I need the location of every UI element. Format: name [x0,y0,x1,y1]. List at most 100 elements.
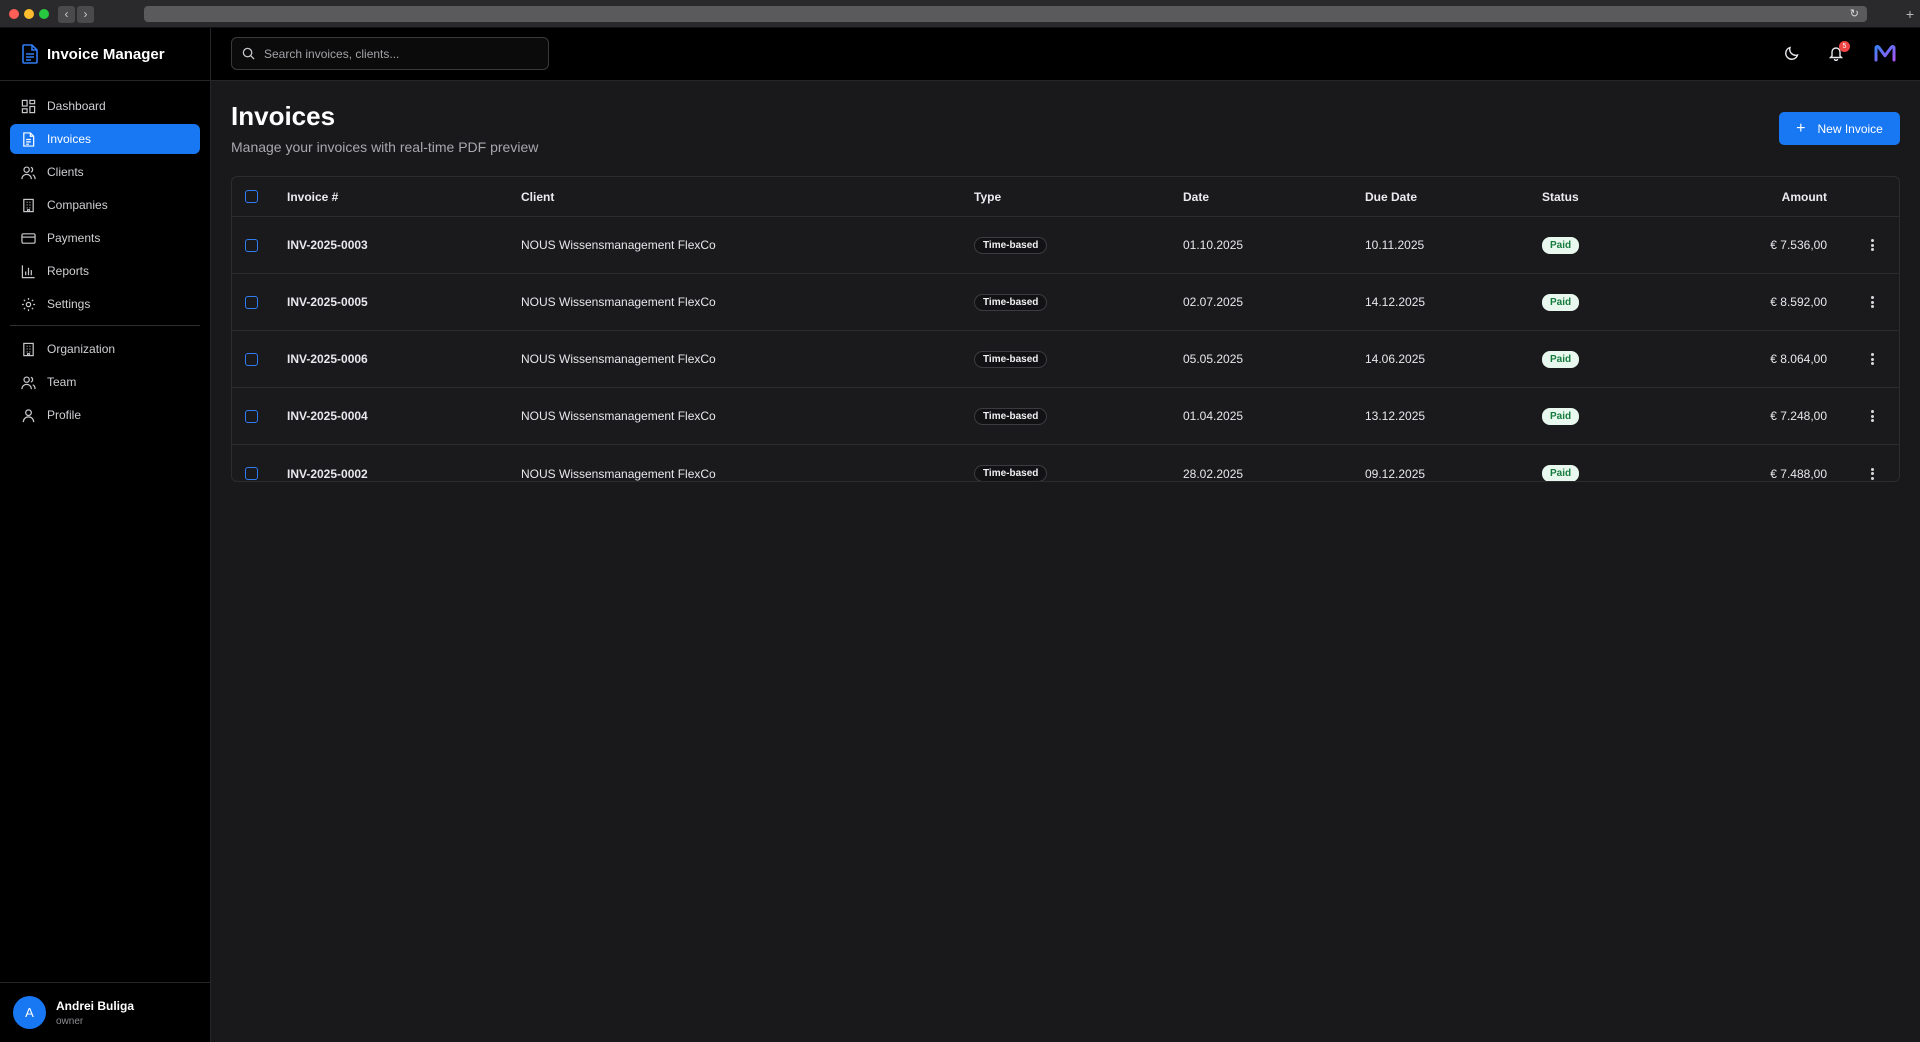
invoice-date: 01.10.2025 [1183,238,1244,252]
app-title: Invoice Manager [47,45,165,63]
status-badge: Paid [1542,407,1580,425]
main-content: Invoices Manage your invoices with real-… [211,81,1920,1042]
column-header-amount[interactable]: Amount [1782,177,1827,216]
users-icon [21,375,36,389]
user-profile[interactable]: A Andrei Buliga owner [0,982,210,1042]
sidebar-item-label: Profile [47,408,82,422]
more-options-icon[interactable] [1866,467,1878,481]
sidebar-item-reports[interactable]: Reports [10,256,200,286]
invoice-date: 02.07.2025 [1183,295,1244,309]
page-title: Invoices [231,101,336,131]
due-date: 10.11.2025 [1365,238,1425,252]
building-icon [23,342,34,356]
column-header-client[interactable]: Client [521,177,554,216]
row-checkbox[interactable] [245,352,258,366]
brand[interactable]: Invoice Manager [0,28,210,81]
more-options-icon[interactable] [1866,295,1878,309]
type-badge: Time-based [974,407,1048,425]
sidebar-item-payments[interactable]: Payments [10,223,200,253]
close-window-button[interactable] [9,9,19,19]
select-all-checkbox[interactable] [245,190,258,203]
status-badge: Paid [1542,236,1580,254]
notification-badge: 5 [1839,41,1850,52]
invoice-amount: € 8.064,00 [1770,352,1827,366]
forward-button[interactable]: › [77,6,94,23]
row-checkbox[interactable] [245,238,258,252]
invoice-amount: € 8.592,00 [1770,295,1827,309]
user-icon [22,408,35,422]
client-name: NOUS Wissensmanagement FlexCo [521,466,716,481]
sidebar-item-dashboard[interactable]: Dashboard [10,91,200,121]
sidebar-divider [10,325,200,326]
row-checkbox[interactable] [245,295,258,309]
search-input[interactable] [264,46,534,61]
invoice-number[interactable]: INV-2025-0004 [287,388,368,444]
table-row[interactable]: INV-2025-0006 NOUS Wissensmanagement Fle… [232,331,1899,388]
sidebar-item-organization[interactable]: Organization [10,334,200,364]
avatar: A [13,996,46,1029]
sidebar-item-label: Dashboard [47,99,106,113]
more-options-icon[interactable] [1866,352,1878,366]
document-icon [22,44,38,64]
more-options-icon[interactable] [1866,409,1878,423]
invoice-date: 01.04.2025 [1183,409,1244,423]
organization-logo-icon[interactable] [1873,43,1897,63]
sidebar-item-companies[interactable]: Companies [10,190,200,220]
invoice-amount: € 7.248,00 [1770,409,1827,423]
page-subtitle: Manage your invoices with real-time PDF … [231,139,539,155]
client-name: NOUS Wissensmanagement FlexCo [521,238,716,252]
sidebar-item-team[interactable]: Team [10,367,200,397]
invoice-number[interactable]: INV-2025-0003 [287,217,368,273]
reload-icon[interactable]: ↻ [1850,6,1859,22]
table-header: Invoice # Client Type Date Due Date Stat… [232,177,1899,217]
due-date: 14.06.2025 [1365,352,1426,366]
search-box[interactable] [231,37,549,70]
sidebar-item-label: Payments [47,231,101,245]
new-tab-button[interactable]: + [1906,6,1914,22]
new-invoice-label: New Invoice [1817,121,1883,136]
sidebar-item-label: Organization [47,342,116,356]
table-row[interactable]: INV-2025-0002 NOUS Wissensmanagement Fle… [232,445,1899,481]
column-header-type[interactable]: Type [974,177,1001,216]
bar-chart-icon [21,264,35,278]
column-header-date[interactable]: Date [1183,177,1209,216]
topbar: 5 [211,28,1920,81]
moon-icon[interactable] [1784,45,1800,61]
sidebar-item-profile[interactable]: Profile [10,400,200,430]
column-header-status[interactable]: Status [1542,177,1579,216]
maximize-window-button[interactable] [39,9,49,19]
sidebar: Invoice Manager Dashboard Invoices Clien… [0,28,211,1042]
table-row[interactable]: INV-2025-0003 NOUS Wissensmanagement Fle… [232,217,1899,274]
sidebar-item-settings[interactable]: Settings [10,289,200,319]
minimize-window-button[interactable] [24,9,34,19]
sidebar-item-invoices[interactable]: Invoices [10,124,200,154]
dashboard-icon [21,99,36,113]
row-checkbox[interactable] [245,409,258,423]
back-button[interactable]: ‹ [58,6,75,23]
new-invoice-button[interactable]: + New Invoice [1779,112,1900,145]
invoice-number[interactable]: INV-2025-0002 [287,445,368,481]
status-badge: Paid [1542,350,1580,368]
row-checkbox[interactable] [245,467,258,480]
invoice-number[interactable]: INV-2025-0005 [287,274,368,330]
invoice-date: 28.02.2025 [1183,466,1244,481]
sidebar-item-clients[interactable]: Clients [10,157,200,187]
browser-chrome: ‹ › ↻ + [0,0,1920,28]
invoice-icon [23,131,35,147]
column-header-invoice[interactable]: Invoice # [287,177,338,216]
table-row[interactable]: INV-2025-0004 NOUS Wissensmanagement Fle… [232,388,1899,445]
type-badge: Time-based [974,236,1048,254]
credit-card-icon [21,232,36,244]
invoice-number[interactable]: INV-2025-0006 [287,331,368,387]
address-bar[interactable]: ↻ [144,6,1867,22]
invoice-amount: € 7.488,00 [1770,466,1827,481]
sidebar-item-label: Reports [47,264,90,278]
column-header-due-date[interactable]: Due Date [1365,177,1417,216]
table-row[interactable]: INV-2025-0005 NOUS Wissensmanagement Fle… [232,274,1899,331]
more-options-icon[interactable] [1866,238,1878,252]
client-name: NOUS Wissensmanagement FlexCo [521,352,716,366]
type-badge: Time-based [974,350,1048,368]
due-date: 13.12.2025 [1365,409,1426,423]
gear-icon [21,297,36,311]
status-badge: Paid [1542,465,1580,481]
